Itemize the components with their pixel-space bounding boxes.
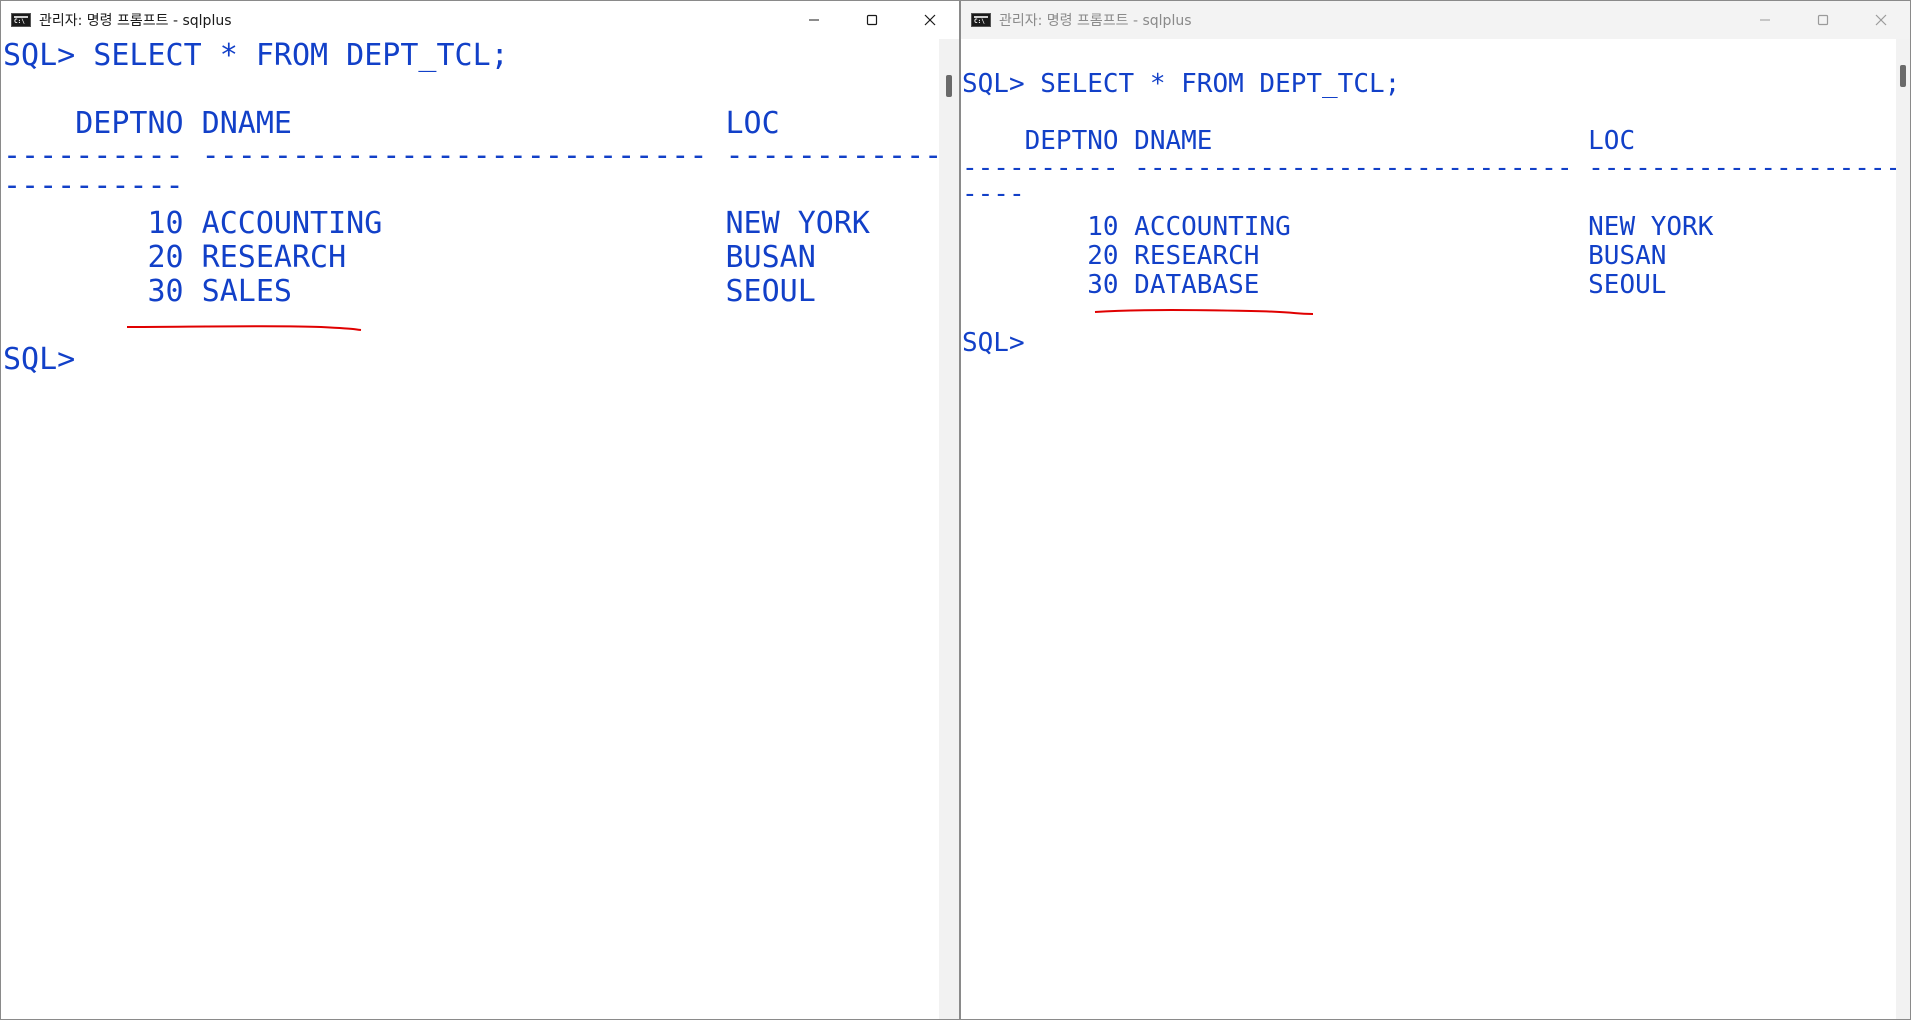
minimize-icon bbox=[1760, 19, 1770, 21]
right-scrollbar-thumb[interactable] bbox=[1900, 65, 1906, 87]
maximize-button[interactable] bbox=[843, 1, 901, 39]
console-line: SQL> SELECT * FROM DEPT_TCL; bbox=[3, 38, 509, 73]
right-console-output[interactable]: SQL> SELECT * FROM DEPT_TCL; DEPTNO DNAM… bbox=[961, 39, 1910, 1019]
right-window-title: 관리자: 명령 프롬프트 - sqlplus bbox=[999, 13, 1192, 29]
console-app-icon[interactable] bbox=[11, 13, 31, 27]
maximize-button[interactable] bbox=[1794, 1, 1852, 39]
maximize-icon bbox=[866, 14, 878, 26]
console-line: SQL> SELECT * FROM DEPT_TCL; bbox=[962, 69, 1401, 99]
minimize-button[interactable] bbox=[785, 1, 843, 39]
console-line: 20 RESEARCH BUSAN bbox=[962, 241, 1667, 271]
desktop: 관리자: 명령 프롬프트 - sqlplus bbox=[0, 0, 1911, 1020]
maximize-icon bbox=[1817, 14, 1829, 26]
minimize-button[interactable] bbox=[1736, 1, 1794, 39]
left-title-bar[interactable]: 관리자: 명령 프롬프트 - sqlplus bbox=[1, 1, 959, 40]
left-window-title: 관리자: 명령 프롬프트 - sqlplus bbox=[39, 13, 232, 29]
console-line: 30 SALES SEOUL bbox=[3, 274, 816, 309]
right-title-bar[interactable]: 관리자: 명령 프롬프트 - sqlplus bbox=[961, 1, 1910, 40]
left-console-window[interactable]: 관리자: 명령 프롬프트 - sqlplus bbox=[0, 0, 960, 1020]
console-prompt: SQL> bbox=[962, 328, 1025, 358]
left-console-output[interactable]: SQL> SELECT * FROM DEPT_TCL; DEPTNO DNAM… bbox=[1, 38, 959, 1019]
console-prompt: SQL> bbox=[3, 342, 76, 377]
close-button[interactable] bbox=[1852, 1, 1910, 39]
left-window-controls bbox=[785, 1, 959, 39]
console-line: ---------- ---------------------------- … bbox=[962, 153, 1911, 183]
console-line: DEPTNO DNAME LOC bbox=[3, 106, 780, 141]
console-line: ---------- bbox=[3, 168, 184, 203]
console-app-icon[interactable] bbox=[971, 13, 991, 27]
console-line: 10 ACCOUNTING NEW YORK bbox=[3, 206, 870, 241]
minimize-icon bbox=[809, 19, 819, 21]
console-line: ---- bbox=[962, 179, 1025, 209]
console-line: 10 ACCOUNTING NEW YORK bbox=[962, 212, 1714, 242]
console-line: 30 DATABASE SEOUL bbox=[962, 270, 1667, 300]
console-line: 20 RESEARCH BUSAN bbox=[3, 240, 816, 275]
left-scrollbar-thumb[interactable] bbox=[946, 75, 952, 97]
right-scrollbar[interactable] bbox=[1896, 39, 1910, 1019]
close-button[interactable] bbox=[901, 1, 959, 39]
right-window-controls bbox=[1736, 1, 1910, 39]
left-scrollbar[interactable] bbox=[939, 39, 959, 1019]
right-console-window[interactable]: 관리자: 명령 프롬프트 - sqlplus bbox=[960, 0, 1911, 1020]
close-icon bbox=[1875, 14, 1887, 26]
console-line: DEPTNO DNAME LOC bbox=[962, 126, 1636, 156]
close-icon bbox=[924, 14, 936, 26]
